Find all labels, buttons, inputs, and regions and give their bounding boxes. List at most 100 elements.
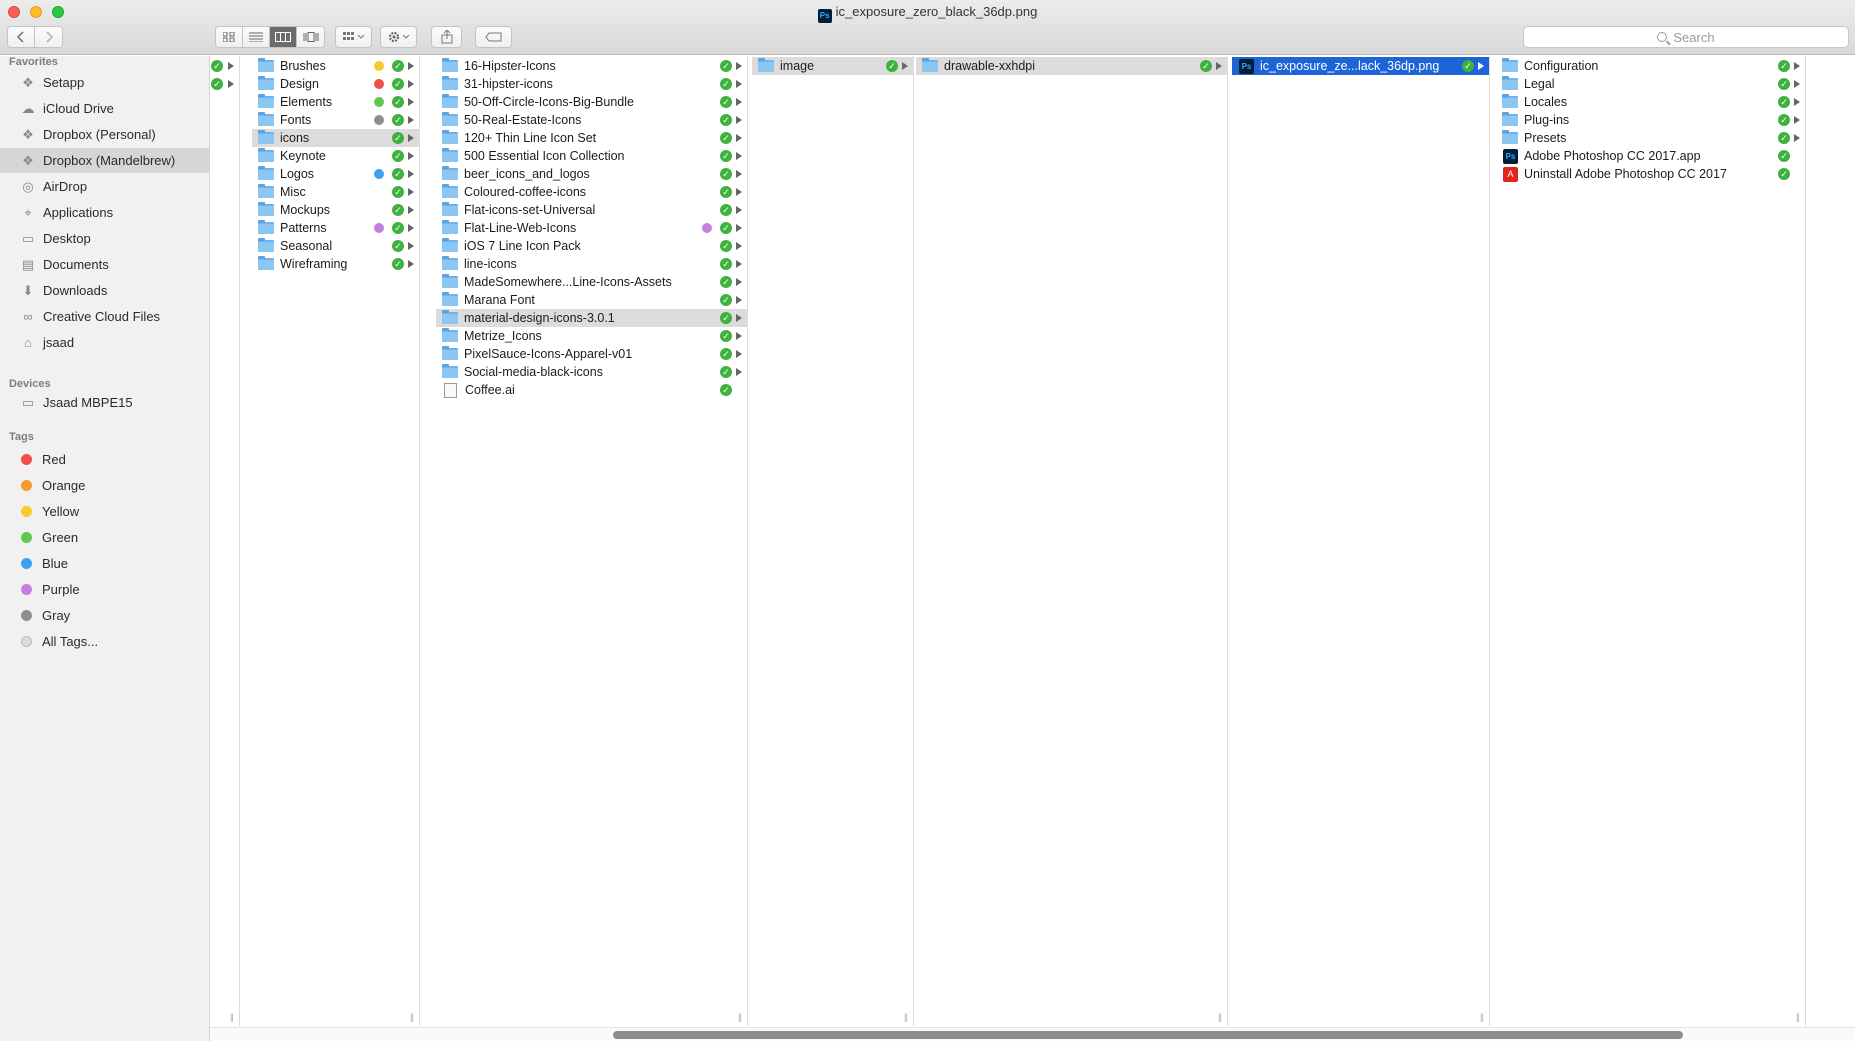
sidebar-item-dropbox-personal-[interactable]: ❖ Dropbox (Personal) (0, 122, 209, 147)
sidebar-item-creative-cloud-files[interactable]: ∞ Creative Cloud Files (0, 304, 209, 329)
folder-item[interactable]: image ✓ (752, 57, 913, 75)
item-label: Flat-icons-set-Universal (464, 203, 596, 217)
column-view-button[interactable] (270, 27, 297, 47)
item-label: Logos (280, 167, 315, 181)
sidebar-tag-yellow[interactable]: Yellow (0, 499, 209, 524)
sidebar-item-applications[interactable]: ⌖ Applications (0, 200, 209, 225)
sidebar-section-header: Tags (9, 431, 34, 443)
column-resize-handle[interactable]: || (904, 1012, 908, 1022)
sidebar-tag-orange[interactable]: Orange (0, 473, 209, 498)
file-item[interactable]: Ps Adobe Photoshop CC 2017.app ✓ (1496, 147, 1805, 165)
folder-item[interactable]: Brushes ✓ (252, 57, 419, 75)
file-item[interactable]: Ps ic_exposure_ze...lack_36dp.png ✓ (1232, 57, 1489, 75)
sidebar-item-icloud-drive[interactable]: ☁ iCloud Drive (0, 96, 209, 121)
sidebar-item-desktop[interactable]: ▭ Desktop (0, 226, 209, 251)
folder-item[interactable]: Locales ✓ (1496, 93, 1805, 111)
folder-item[interactable]: Configuration ✓ (1496, 57, 1805, 75)
sidebar-item-device[interactable]: ▭ Jsaad MBPE15 (0, 390, 209, 415)
folder-item[interactable]: Marana Font ✓ (436, 291, 747, 309)
sidebar-item-airdrop[interactable]: ◎ AirDrop (0, 174, 209, 199)
sidebar-tag-all-tags-[interactable]: All Tags... (0, 629, 209, 654)
folder-item[interactable]: 120+ Thin Line Icon Set ✓ (436, 129, 747, 147)
column-resize-handle[interactable]: || (738, 1012, 742, 1022)
share-button[interactable] (431, 26, 462, 48)
sync-status-icon: ✓ (720, 186, 732, 198)
folder-item[interactable]: Elements ✓ (252, 93, 419, 111)
folder-item[interactable]: line-icons ✓ (436, 255, 747, 273)
sidebar-tag-gray[interactable]: Gray (0, 603, 209, 628)
action-button[interactable] (380, 26, 417, 48)
sidebar-tag-blue[interactable]: Blue (0, 551, 209, 576)
folder-item[interactable]: Flat-icons-set-Universal ✓ (436, 201, 747, 219)
sidebar-tag-red[interactable]: Red (0, 447, 209, 472)
folder-item[interactable]: Plug-ins ✓ (1496, 111, 1805, 129)
folder-item[interactable]: Design ✓ (252, 75, 419, 93)
folder-item[interactable]: Mockups ✓ (252, 201, 419, 219)
folder-item[interactable]: beer_icons_and_logos ✓ (436, 165, 747, 183)
item-label: Keynote (280, 149, 326, 163)
sidebar-item-setapp[interactable]: ❖ Setapp (0, 70, 209, 95)
folder-item[interactable]: 50-Off-Circle-Icons-Big-Bundle ✓ (436, 93, 747, 111)
disclosure-arrow-icon (408, 206, 414, 214)
sync-status-icon: ✓ (720, 150, 732, 162)
folder-item[interactable]: PixelSauce-Icons-Apparel-v01 ✓ (436, 345, 747, 363)
column-browser: ✓ ✓ || Brushes ✓ Design ✓ Elements ✓ Fonts ✓ icons ✓… (210, 56, 1855, 1041)
folder-item[interactable]: Legal ✓ (1496, 75, 1805, 93)
folder-item[interactable]: icons ✓ (252, 129, 419, 147)
column-resize-handle[interactable]: || (230, 1012, 234, 1022)
icon-view-button[interactable] (216, 27, 243, 47)
file-item[interactable]: A Uninstall Adobe Photoshop CC 2017 ✓ (1496, 165, 1805, 183)
color-tag-dot (374, 61, 384, 71)
folder-item[interactable]: Presets ✓ (1496, 129, 1805, 147)
folder-icon (258, 238, 274, 252)
list-view-button[interactable] (243, 27, 270, 47)
folder-item[interactable]: Social-media-black-icons ✓ (436, 363, 747, 381)
folder-item[interactable]: Keynote ✓ (252, 147, 419, 165)
folder-item[interactable]: 50-Real-Estate-Icons ✓ (436, 111, 747, 129)
folder-item[interactable]: material-design-icons-3.0.1 ✓ (436, 309, 747, 327)
folder-item[interactable]: ✓ (210, 75, 239, 93)
file-item[interactable]: Coffee.ai ✓ (436, 381, 747, 399)
sync-status-icon: ✓ (720, 240, 732, 252)
cover-flow-button[interactable] (297, 27, 324, 47)
sidebar-item-documents[interactable]: ▤ Documents (0, 252, 209, 277)
sync-status-icon: ✓ (886, 60, 898, 72)
sidebar-item-downloads[interactable]: ⬇ Downloads (0, 278, 209, 303)
sidebar-tag-purple[interactable]: Purple (0, 577, 209, 602)
sidebar-item-dropbox-mandelbrew-[interactable]: ❖ Dropbox (Mandelbrew) (0, 148, 209, 173)
folder-item[interactable]: Wireframing ✓ (252, 255, 419, 273)
column-resize-handle[interactable]: || (1480, 1012, 1484, 1022)
folder-item[interactable]: 16-Hipster-Icons ✓ (436, 57, 747, 75)
folder-item[interactable]: 31-hipster-icons ✓ (436, 75, 747, 93)
disclosure-arrow-icon (408, 260, 414, 268)
search-field[interactable]: Search (1523, 26, 1849, 48)
disclosure-arrow-icon (1794, 62, 1800, 70)
folder-item[interactable]: Patterns ✓ (252, 219, 419, 237)
folder-item[interactable]: Metrize_Icons ✓ (436, 327, 747, 345)
color-tag-dot (374, 223, 384, 233)
folder-item[interactable]: iOS 7 Line Icon Pack ✓ (436, 237, 747, 255)
folder-item[interactable]: Seasonal ✓ (252, 237, 419, 255)
sidebar-item-jsaad[interactable]: ⌂ jsaad (0, 330, 209, 355)
folder-item[interactable]: 500 Essential Icon Collection ✓ (436, 147, 747, 165)
folder-item[interactable]: Misc ✓ (252, 183, 419, 201)
folder-icon (258, 58, 274, 72)
arrange-button[interactable] (335, 26, 372, 48)
sidebar-tag-green[interactable]: Green (0, 525, 209, 550)
folder-item[interactable]: Logos ✓ (252, 165, 419, 183)
column-resize-handle[interactable]: || (1218, 1012, 1222, 1022)
horizontal-scroll-thumb[interactable] (613, 1031, 1683, 1039)
back-forward-control (7, 26, 63, 48)
folder-item[interactable]: ✓ (210, 57, 239, 75)
folder-item[interactable]: drawable-xxhdpi ✓ (916, 57, 1227, 75)
column-resize-handle[interactable]: || (1796, 1012, 1800, 1022)
folder-item[interactable]: MadeSomewhere...Line-Icons-Assets ✓ (436, 273, 747, 291)
forward-button[interactable] (35, 27, 62, 47)
edit-tags-button[interactable] (475, 26, 512, 48)
folder-item[interactable]: Fonts ✓ (252, 111, 419, 129)
folder-item[interactable]: Flat-Line-Web-Icons ✓ (436, 219, 747, 237)
column-resize-handle[interactable]: || (410, 1012, 414, 1022)
back-button[interactable] (8, 27, 35, 47)
folder-item[interactable]: Coloured-coffee-icons ✓ (436, 183, 747, 201)
horizontal-scrollbar[interactable] (210, 1027, 1855, 1041)
